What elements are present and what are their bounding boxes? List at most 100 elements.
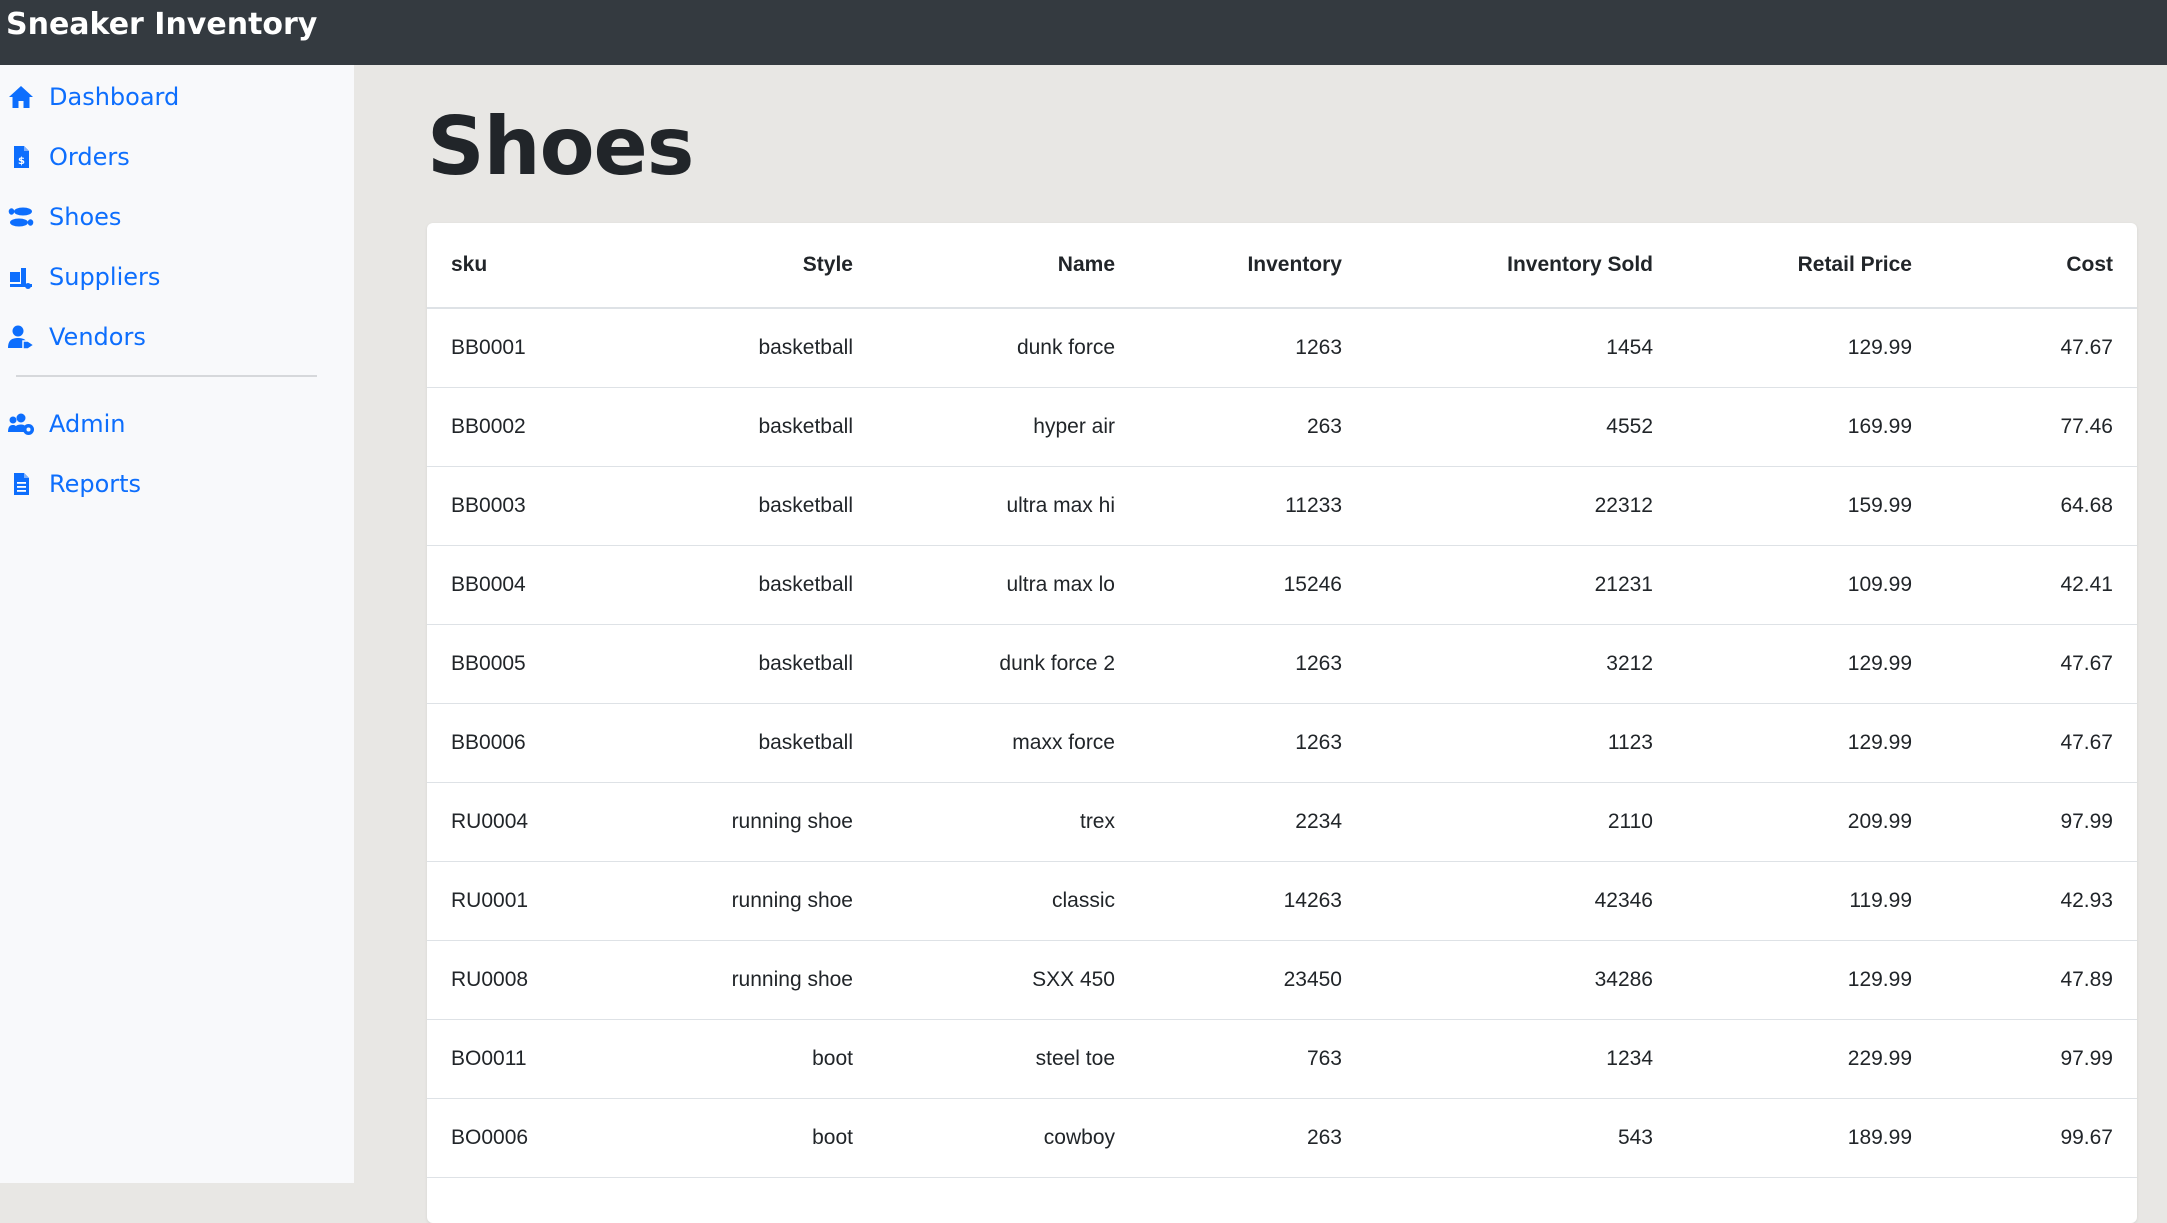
cell-style: basketball: [627, 545, 877, 625]
cell-cost: 47.67: [1936, 703, 2137, 783]
sidebar-item-label: Orders: [49, 143, 130, 171]
table-row[interactable]: BB0005 basketball dunk force 2 1263 3212…: [427, 624, 2137, 704]
cell-sku: BB0005: [427, 624, 627, 704]
cell-cost: 64.68: [1936, 466, 2137, 546]
sidebar-divider: [16, 375, 317, 377]
cell-inventory-sold: 1454: [1366, 308, 1677, 388]
cell-name: dunk force 2: [877, 624, 1139, 704]
cell-sku: RU0008: [427, 940, 627, 1020]
cell-sku: BB0001: [427, 308, 627, 388]
main-content: Shoes sku Style Name Inventory Inventory…: [354, 65, 2167, 1223]
cell-inventory: 11233: [1139, 466, 1366, 546]
users-cog-icon: [6, 409, 36, 439]
cell-inventory-sold: 1234: [1366, 1019, 1677, 1099]
cell-cost: 97.99: [1936, 782, 2137, 862]
shoes-table-card: sku Style Name Inventory Inventory Sold …: [427, 223, 2137, 1223]
cell-inventory: 1263: [1139, 624, 1366, 704]
cell-cost: 42.93: [1936, 861, 2137, 941]
cell-retail-price: 229.99: [1677, 1019, 1936, 1099]
cell-inventory: 763: [1139, 1019, 1366, 1099]
column-header-style[interactable]: Style: [627, 223, 877, 309]
cell-retail-price: 109.99: [1677, 545, 1936, 625]
table-row[interactable]: RU0004 running shoe trex 2234 2110 209.9…: [427, 782, 2137, 862]
cell-retail-price: 129.99: [1677, 308, 1936, 388]
cell-inventory: 263: [1139, 387, 1366, 467]
cell-cost: 47.89: [1936, 940, 2137, 1020]
sidebar-item-shoes[interactable]: Shoes: [6, 197, 121, 237]
cell-name: dunk force: [877, 308, 1139, 388]
cell-inventory-sold: 21231: [1366, 545, 1677, 625]
brand-title[interactable]: Sneaker Inventory: [6, 8, 317, 42]
cell-name: hyper air: [877, 387, 1139, 467]
table-row[interactable]: BB0003 basketball ultra max hi 11233 223…: [427, 466, 2137, 546]
cell-inventory: 15246: [1139, 545, 1366, 625]
cell-style: basketball: [627, 387, 877, 467]
table-row[interactable]: BB0006 basketball maxx force 1263 1123 1…: [427, 703, 2137, 783]
table-row[interactable]: BB0004 basketball ultra max lo 15246 212…: [427, 545, 2137, 625]
cell-name: maxx force: [877, 703, 1139, 783]
home-icon: [6, 82, 36, 112]
cell-inventory-sold: 22312: [1366, 466, 1677, 546]
cell-name: trex: [877, 782, 1139, 862]
cell-inventory: 14263: [1139, 861, 1366, 941]
table-row[interactable]: BO0006 boot cowboy 263 543 189.99 99.67: [427, 1098, 2137, 1178]
sidebar-item-admin[interactable]: Admin: [6, 404, 126, 444]
cell-sku: BO0011: [427, 1019, 627, 1099]
sidebar-item-dashboard[interactable]: Dashboard: [6, 77, 179, 117]
cell-style: running shoe: [627, 861, 877, 941]
cell-retail-price: 129.99: [1677, 940, 1936, 1020]
cell-cost: 77.46: [1936, 387, 2137, 467]
sidebar-item-reports[interactable]: Reports: [6, 464, 141, 504]
top-navbar: Sneaker Inventory: [0, 0, 2167, 65]
table-row[interactable]: RU0008 running shoe SXX 450 23450 34286 …: [427, 940, 2137, 1020]
cell-cost: 47.67: [1936, 624, 2137, 704]
cell-name: steel toe: [877, 1019, 1139, 1099]
sidebar-item-label: Dashboard: [49, 83, 180, 111]
cell-style: boot: [627, 1019, 877, 1099]
sidebar-item-label: Admin: [49, 410, 126, 438]
cell-sku: BO0006: [427, 1098, 627, 1178]
sidebar-item-label: Suppliers: [49, 263, 161, 291]
cell-inventory-sold: 42346: [1366, 861, 1677, 941]
column-header-inventory[interactable]: Inventory: [1139, 223, 1366, 309]
user-tag-icon: [6, 322, 36, 352]
cell-retail-price: 129.99: [1677, 624, 1936, 704]
table-row[interactable]: BB0002 basketball hyper air 263 4552 169…: [427, 387, 2137, 467]
cell-retail-price: 119.99: [1677, 861, 1936, 941]
cell-inventory: 2234: [1139, 782, 1366, 862]
cell-style: running shoe: [627, 782, 877, 862]
cell-cost: 97.99: [1936, 1019, 2137, 1099]
table-row[interactable]: BB0001 basketball dunk force 1263 1454 1…: [427, 308, 2137, 388]
cell-inventory-sold: 4552: [1366, 387, 1677, 467]
column-header-cost[interactable]: Cost: [1936, 223, 2137, 309]
sidebar-item-label: Vendors: [49, 323, 146, 351]
column-header-retail-price[interactable]: Retail Price: [1677, 223, 1936, 309]
file-alt-icon: [6, 469, 36, 499]
cell-cost: 47.67: [1936, 308, 2137, 388]
shoes-table: sku Style Name Inventory Inventory Sold …: [427, 223, 2137, 1178]
sidebar-item-label: Reports: [49, 470, 142, 498]
cell-style: boot: [627, 1098, 877, 1178]
column-header-inventory-sold[interactable]: Inventory Sold: [1366, 223, 1677, 309]
cell-inventory: 263: [1139, 1098, 1366, 1178]
cell-sku: BB0002: [427, 387, 627, 467]
cell-style: basketball: [627, 703, 877, 783]
sidebar-item-label: Shoes: [49, 203, 122, 231]
sidebar-item-suppliers[interactable]: Suppliers: [6, 257, 160, 297]
sidebar-item-orders[interactable]: $ Orders: [6, 137, 130, 177]
cell-retail-price: 189.99: [1677, 1098, 1936, 1178]
cell-inventory-sold: 34286: [1366, 940, 1677, 1020]
cell-style: basketball: [627, 624, 877, 704]
table-row[interactable]: RU0001 running shoe classic 14263 42346 …: [427, 861, 2137, 941]
sidebar: Dashboard $ Orders Shoes Suppliers Vendo…: [0, 65, 354, 1183]
sidebar-item-vendors[interactable]: Vendors: [6, 317, 146, 357]
cell-name: classic: [877, 861, 1139, 941]
cell-style: basketball: [627, 308, 877, 388]
table-row[interactable]: BO0011 boot steel toe 763 1234 229.99 97…: [427, 1019, 2137, 1099]
cell-cost: 99.67: [1936, 1098, 2137, 1178]
column-header-name[interactable]: Name: [877, 223, 1139, 309]
cell-name: cowboy: [877, 1098, 1139, 1178]
column-header-sku[interactable]: sku: [427, 223, 627, 309]
cell-sku: BB0004: [427, 545, 627, 625]
cell-name: ultra max lo: [877, 545, 1139, 625]
